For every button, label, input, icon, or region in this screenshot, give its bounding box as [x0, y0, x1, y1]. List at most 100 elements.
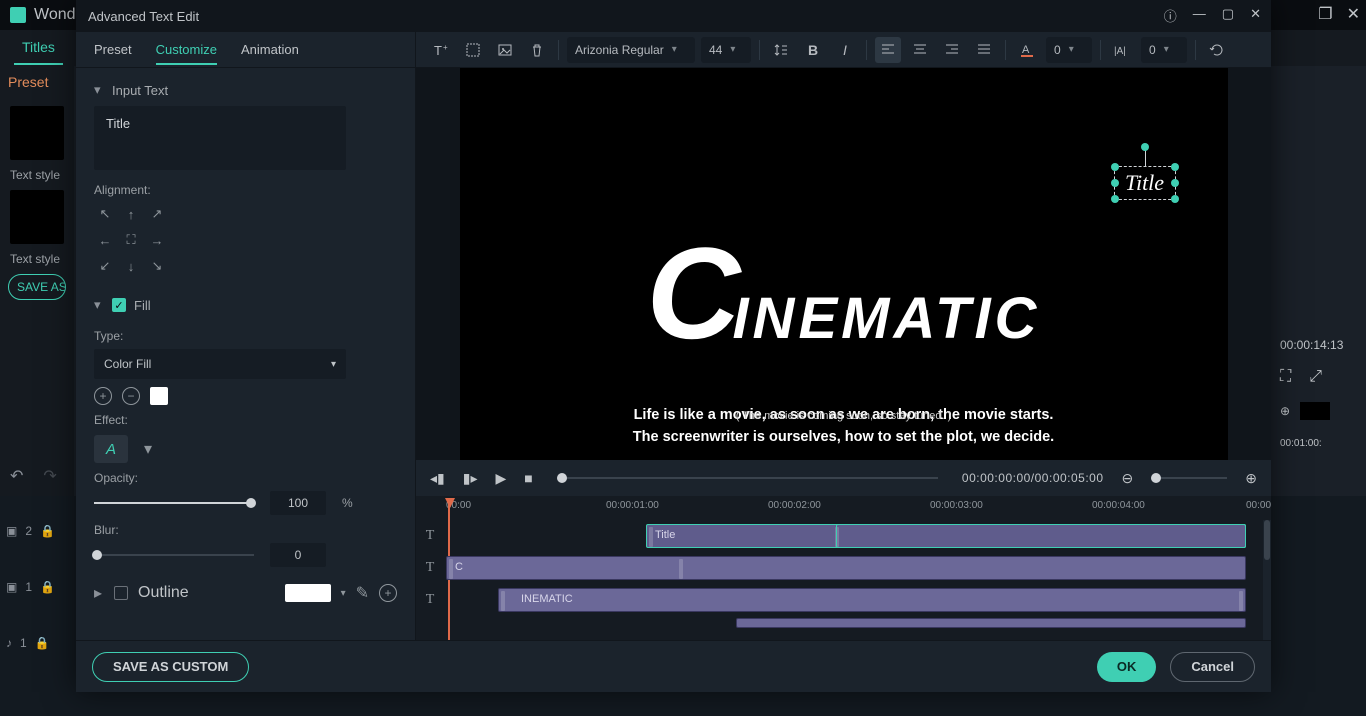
section-outline[interactable]: ▸ Outline ▾ ✎ +: [94, 579, 397, 607]
align-justify-button[interactable]: [971, 37, 997, 63]
fill-color-swatch[interactable]: [150, 387, 168, 405]
timeline-track-1[interactable]: T Title: [416, 522, 1265, 550]
opacity-slider[interactable]: [94, 495, 254, 511]
save-as-button-bg[interactable]: SAVE AS: [8, 274, 66, 300]
timeline-track-3[interactable]: T INEMATIC: [416, 586, 1265, 614]
align-bottom[interactable]: ↓: [120, 255, 142, 277]
char-spacing-input[interactable]: 0▾: [1046, 37, 1092, 63]
timeline-ruler[interactable]: 00:00 00:00:01:00 00:00:02:00 00:00:03:0…: [446, 500, 1265, 518]
timeline-track-4[interactable]: [416, 618, 1265, 640]
outline-dropdown-icon[interactable]: ▾: [341, 588, 346, 599]
add-image-icon[interactable]: [492, 37, 518, 63]
line-spacing-icon[interactable]: [768, 37, 794, 63]
stop-button[interactable]: ■: [524, 470, 532, 486]
resize-handle-ne[interactable]: [1171, 163, 1179, 171]
section-fill[interactable]: ▾ ✓ Fill: [94, 289, 397, 321]
eyedropper-icon[interactable]: ✎: [356, 583, 369, 603]
tab-animation[interactable]: Animation: [241, 42, 299, 57]
section-input-text[interactable]: ▾ Input Text: [94, 74, 397, 106]
modal-maximize-icon[interactable]: ▢: [1222, 6, 1234, 25]
save-as-custom-button[interactable]: SAVE AS CUSTOM: [92, 652, 249, 682]
timeline-scrollbar[interactable]: [1263, 520, 1271, 640]
fullscreen-icon[interactable]: ⤢: [1309, 368, 1322, 386]
left-panel-scroll[interactable]: ▾ Input Text Alignment: ↖ ↑ ↗ ← ⛶ → ↙ ↓: [76, 68, 415, 640]
add-shape-icon[interactable]: [460, 37, 486, 63]
resize-handle-e[interactable]: [1171, 179, 1179, 187]
tab-customize[interactable]: Customize: [156, 42, 217, 65]
timeline-track-2[interactable]: T C: [416, 554, 1265, 582]
outline-enabled-checkbox[interactable]: [114, 586, 128, 600]
window-close-icon[interactable]: ✕: [1347, 4, 1360, 24]
line-height-input[interactable]: 0▾: [1141, 37, 1187, 63]
timeline-clip-title-ext[interactable]: [836, 524, 1246, 548]
selected-text-box[interactable]: Title: [1114, 166, 1176, 200]
scrub-slider[interactable]: [557, 470, 938, 486]
timeline-clip-c[interactable]: C: [446, 556, 1246, 580]
remove-color-button[interactable]: −: [122, 387, 140, 405]
effect-style-button[interactable]: A: [94, 435, 128, 463]
resize-handle-w[interactable]: [1111, 179, 1119, 187]
preset-thumb-1[interactable]: [10, 106, 64, 160]
align-left[interactable]: ←: [94, 229, 116, 251]
lock-icon[interactable]: 🔒: [40, 524, 55, 538]
align-right-button[interactable]: [939, 37, 965, 63]
fit-screen-icon[interactable]: ⛶: [1280, 368, 1291, 386]
fill-type-select[interactable]: Color Fill ▾: [94, 349, 346, 379]
align-left-button[interactable]: [875, 37, 901, 63]
preset-tab[interactable]: Preset: [0, 66, 74, 98]
lock-icon[interactable]: 🔒: [35, 636, 50, 650]
blur-value[interactable]: 0: [270, 543, 326, 567]
help-icon[interactable]: ⓘ: [1164, 6, 1177, 25]
align-right[interactable]: →: [146, 229, 168, 251]
tab-preset[interactable]: Preset: [94, 42, 132, 57]
align-top-left[interactable]: ↖: [94, 203, 116, 225]
align-bottom-right[interactable]: ↘: [146, 255, 168, 277]
opacity-value[interactable]: 100: [270, 491, 326, 515]
preview-canvas[interactable]: CINEMATIC Life is like a movie, as soon …: [460, 68, 1228, 460]
timeline-clip-inematic[interactable]: INEMATIC: [498, 588, 1246, 612]
zoom-in-button[interactable]: ⊕: [1245, 470, 1257, 487]
lock-icon[interactable]: 🔒: [40, 580, 55, 594]
rotate-handle[interactable]: [1141, 143, 1149, 151]
timeline-clip-4[interactable]: [736, 618, 1246, 628]
zoom-slider[interactable]: [1151, 470, 1227, 486]
play-button[interactable]: ▶: [495, 470, 506, 487]
outline-color-swatch[interactable]: [285, 584, 331, 602]
fill-enabled-checkbox[interactable]: ✓: [112, 298, 126, 312]
font-family-select[interactable]: Arizonia Regular▾: [567, 37, 695, 63]
align-top-right[interactable]: ↗: [146, 203, 168, 225]
effect-dropdown[interactable]: ▾: [138, 435, 158, 463]
font-size-select[interactable]: 44▾: [701, 37, 751, 63]
modal-titlebar[interactable]: Advanced Text Edit ⓘ ― ▢ ✕: [76, 0, 1271, 32]
blur-slider[interactable]: [94, 547, 254, 563]
kerning-icon[interactable]: |A|: [1109, 37, 1135, 63]
resize-handle-se[interactable]: [1171, 195, 1179, 203]
text-color-button[interactable]: A: [1014, 37, 1040, 63]
align-center[interactable]: ⛶: [120, 229, 142, 251]
modal-close-icon[interactable]: ✕: [1250, 6, 1261, 25]
resize-handle-sw[interactable]: [1111, 195, 1119, 203]
add-marker-icon[interactable]: ⊕: [1280, 404, 1290, 418]
next-frame-button[interactable]: ▮▸: [463, 470, 478, 487]
canvas-footer-text[interactable]: ( The movie is coming soon, so stay tune…: [736, 410, 952, 422]
align-center-button[interactable]: [907, 37, 933, 63]
add-text-icon[interactable]: T+: [428, 37, 454, 63]
align-bottom-left[interactable]: ↙: [94, 255, 116, 277]
modal-minimize-icon[interactable]: ―: [1193, 6, 1206, 25]
title-text-input[interactable]: [94, 106, 346, 170]
reset-icon[interactable]: [1204, 37, 1230, 63]
cancel-button[interactable]: Cancel: [1170, 652, 1255, 682]
timeline[interactable]: 00:00 00:00:01:00 00:00:02:00 00:00:03:0…: [416, 496, 1271, 640]
preset-thumb-2[interactable]: [10, 190, 64, 244]
canvas-main-title[interactable]: CINEMATIC: [647, 248, 1041, 352]
align-top[interactable]: ↑: [120, 203, 142, 225]
add-outline-button[interactable]: +: [379, 584, 397, 602]
tab-titles[interactable]: Titles: [14, 31, 63, 65]
window-restore-icon[interactable]: ❐: [1318, 4, 1332, 24]
italic-button[interactable]: I: [832, 37, 858, 63]
redo-icon[interactable]: ↷: [43, 466, 56, 486]
prev-frame-button[interactable]: ◂▮: [430, 470, 445, 487]
bold-button[interactable]: B: [800, 37, 826, 63]
undo-icon[interactable]: ↶: [10, 466, 23, 486]
resize-handle-nw[interactable]: [1111, 163, 1119, 171]
